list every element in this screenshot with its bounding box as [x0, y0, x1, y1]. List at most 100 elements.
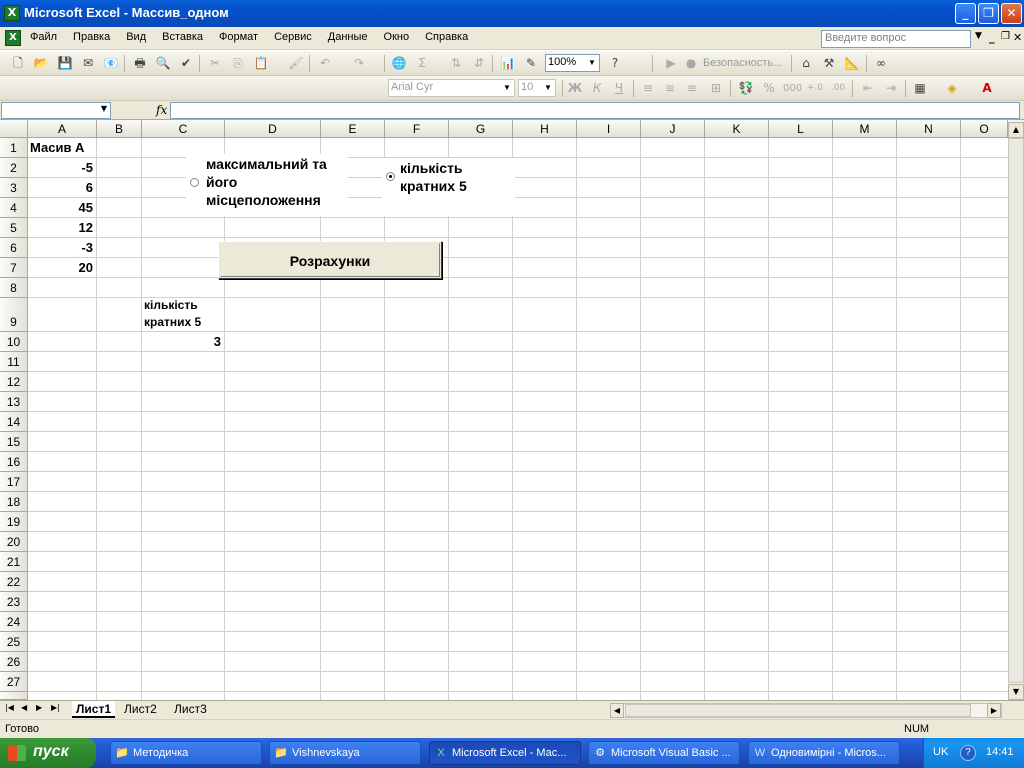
calculate-button[interactable]: Розрахунки	[218, 241, 442, 279]
sort-ascending-icon[interactable]: ⇅	[447, 55, 465, 72]
decrease-indent-icon[interactable]: ⇤	[859, 80, 877, 97]
chevron-down-icon[interactable]: ▼	[101, 104, 107, 113]
new-icon[interactable]: 🗋	[9, 55, 27, 72]
horizontal-scrollbar[interactable]: ◀ ▶	[610, 703, 1002, 718]
cell-c10[interactable]: 3	[142, 334, 224, 349]
maximize-button[interactable]: ❐	[978, 3, 999, 24]
security-button[interactable]: Безопасность...	[703, 57, 782, 69]
row-header-14[interactable]: 14	[0, 412, 28, 432]
row-header-3[interactable]: 3	[0, 178, 28, 198]
scrollbar-thumb[interactable]	[1008, 138, 1024, 683]
scroll-up-icon[interactable]: ▲	[1008, 122, 1024, 138]
horizontal-scrollbar-thumb[interactable]	[625, 704, 971, 717]
open-icon[interactable]: 📂	[32, 55, 50, 72]
font-name-select[interactable]: Arial Cyr ▼	[388, 79, 515, 97]
increase-decimal-icon[interactable]: +.0	[806, 80, 824, 97]
row-header-17[interactable]: 17	[0, 472, 28, 492]
column-header-n[interactable]: N	[897, 120, 961, 138]
first-sheet-icon[interactable]: |◀	[5, 703, 14, 712]
sheet-tab-1[interactable]: Лист1	[72, 701, 116, 718]
menu-data[interactable]: Данные	[328, 31, 368, 43]
spelling-icon[interactable]: ✔	[177, 55, 195, 72]
menu-edit[interactable]: Правка	[73, 31, 110, 43]
scroll-left-icon[interactable]: ◀	[610, 703, 624, 718]
column-header-k[interactable]: K	[705, 120, 769, 138]
bold-button[interactable]: Ж	[566, 80, 584, 97]
redo-icon[interactable]: ↷	[350, 55, 368, 72]
worksheet-grid[interactable]: A B C D E F G H I J K L M N O 1 2 3 4 5 …	[0, 120, 1008, 700]
link-icon[interactable]: ∞	[872, 55, 890, 72]
tools-icon[interactable]: ⚒	[820, 55, 838, 72]
row-header-8[interactable]: 8	[0, 278, 28, 298]
row-header-4[interactable]: 4	[0, 198, 28, 218]
row-header-25[interactable]: 25	[0, 632, 28, 652]
formula-input[interactable]	[170, 102, 1020, 119]
print-preview-icon[interactable]: 🔍	[154, 55, 172, 72]
column-header-a[interactable]: A	[28, 120, 97, 138]
cell-a3[interactable]: 6	[28, 180, 96, 195]
help-icon[interactable]: ?	[606, 55, 624, 72]
select-all-corner[interactable]	[0, 120, 28, 138]
underline-button[interactable]: Ч	[610, 80, 628, 97]
row-header-16[interactable]: 16	[0, 452, 28, 472]
scroll-down-icon[interactable]: ▼	[1008, 684, 1024, 700]
save-icon[interactable]: 💾	[56, 55, 74, 72]
cell-a2[interactable]: -5	[28, 160, 96, 175]
name-box[interactable]: ▼	[1, 102, 111, 119]
column-header-f[interactable]: F	[385, 120, 449, 138]
row-header-27[interactable]: 27	[0, 672, 28, 692]
percent-icon[interactable]: %	[760, 80, 778, 97]
align-left-icon[interactable]: ≡	[639, 80, 657, 97]
taskbar-item-word[interactable]: W Одновимірні - Micros...	[748, 741, 900, 765]
cell-c9[interactable]: кількість кратних 5	[144, 297, 219, 331]
taskbar-item-vba[interactable]: ⚙ Microsoft Visual Basic ...	[588, 741, 740, 765]
font-color-icon[interactable]: A	[978, 80, 996, 97]
cell-a5[interactable]: 12	[28, 220, 96, 235]
language-indicator[interactable]: UK	[933, 746, 948, 758]
currency-icon[interactable]: 💱	[737, 80, 755, 97]
prev-sheet-icon[interactable]: ◀	[21, 703, 27, 712]
borders-icon[interactable]: ▦	[911, 80, 929, 97]
minimize-button[interactable]: _	[955, 3, 976, 24]
row-header-9[interactable]: 9	[0, 298, 28, 332]
row-header-19[interactable]: 19	[0, 512, 28, 532]
permission-icon[interactable]: ✉	[79, 55, 97, 72]
align-right-icon[interactable]: ≡	[683, 80, 701, 97]
chevron-down-icon[interactable]: ▼	[975, 31, 982, 41]
vertical-scrollbar[interactable]: ▲ ▼	[1008, 120, 1024, 700]
scroll-right-icon[interactable]: ▶	[987, 703, 1001, 718]
row-header-22[interactable]: 22	[0, 572, 28, 592]
help-tray-icon[interactable]: ?	[960, 745, 976, 761]
row-header-7[interactable]: 7	[0, 258, 28, 278]
column-header-d[interactable]: D	[225, 120, 321, 138]
close-button[interactable]: ✕	[1001, 3, 1022, 24]
function-icon[interactable]: fx	[156, 103, 167, 117]
menu-file[interactable]: Файл	[30, 31, 57, 43]
italic-button[interactable]: К	[588, 80, 606, 97]
workbook-icon[interactable]: X	[5, 30, 21, 46]
merge-center-icon[interactable]: ⊞	[707, 80, 725, 97]
menu-insert[interactable]: Вставка	[162, 31, 203, 43]
increase-indent-icon[interactable]: ⇥	[882, 80, 900, 97]
row-header-21[interactable]: 21	[0, 552, 28, 572]
column-header-l[interactable]: L	[769, 120, 833, 138]
column-header-i[interactable]: I	[577, 120, 641, 138]
row-header-24[interactable]: 24	[0, 612, 28, 632]
row-header-6[interactable]: 6	[0, 238, 28, 258]
copy-icon[interactable]: ⎘	[229, 55, 247, 72]
column-header-b[interactable]: B	[97, 120, 142, 138]
row-header-13[interactable]: 13	[0, 392, 28, 412]
autosum-icon[interactable]: Σ	[413, 55, 431, 72]
hyperlink-icon[interactable]: 🌐	[390, 55, 408, 72]
row-header-2[interactable]: 2	[0, 158, 28, 178]
chevron-down-icon[interactable]: ▼	[586, 56, 598, 70]
row-header-28[interactable]	[0, 692, 28, 700]
decrease-decimal-icon[interactable]: .00	[829, 80, 847, 97]
sheet-tab-3[interactable]: Лист3	[170, 701, 211, 718]
column-header-o[interactable]: O	[961, 120, 1008, 138]
run-macro-icon[interactable]: ▶	[662, 55, 680, 72]
sort-descending-icon[interactable]: ⇵	[470, 55, 488, 72]
start-button[interactable]: пуск	[0, 738, 96, 768]
row-header-15[interactable]: 15	[0, 432, 28, 452]
row-header-5[interactable]: 5	[0, 218, 28, 238]
